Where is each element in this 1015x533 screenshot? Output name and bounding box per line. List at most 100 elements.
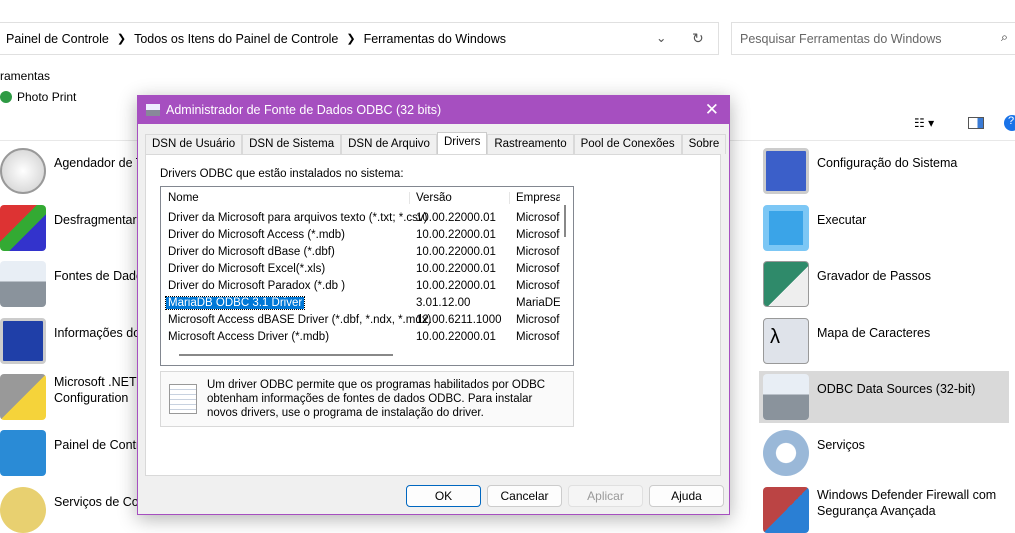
odbc-dialog: Administrador de Fonte de Dados ODBC (32… bbox=[137, 95, 730, 515]
steps-recorder-icon bbox=[763, 261, 809, 307]
column-header-company[interactable]: Empresa bbox=[510, 192, 560, 204]
driver-row[interactable]: Microsoft Access Driver (*.mdb) 10.00.220… bbox=[161, 328, 573, 345]
drivers-list[interactable]: Nome Versão Empresa Driver da Microsoft … bbox=[160, 186, 574, 366]
cell-text: Microsof bbox=[516, 262, 560, 275]
tool-item[interactable]: Executar bbox=[763, 205, 866, 251]
tool-item[interactable]: Desfragmentar bbox=[0, 205, 137, 251]
apply-button[interactable]: Aplicar bbox=[568, 485, 643, 507]
tool-item[interactable]: Fontes de Dado bbox=[0, 261, 143, 307]
driver-company: Microsof bbox=[510, 314, 560, 326]
tab-tracing[interactable]: Rastreamento bbox=[487, 134, 574, 154]
tool-label: Windows Defender Firewall com Segurança … bbox=[817, 488, 997, 518]
control-panel-icon bbox=[0, 430, 46, 476]
search-input[interactable]: Pesquisar Ferramentas do Windows ⌕ bbox=[731, 22, 1015, 55]
cell-text: Microsof bbox=[516, 279, 560, 292]
toolbox-icon bbox=[763, 374, 809, 420]
tool-item-odbc[interactable]: ODBC Data Sources (32-bit) bbox=[763, 374, 975, 420]
breadcrumb-item[interactable]: Ferramentas do Windows bbox=[364, 32, 506, 46]
dotnet-config-icon bbox=[0, 374, 46, 420]
chevron-down-icon[interactable]: ⌄ bbox=[656, 30, 666, 45]
vertical-scrollbar[interactable] bbox=[564, 205, 566, 237]
driver-row[interactable]: Driver da Microsoft para arquivos texto … bbox=[161, 209, 573, 226]
cell-text: Driver do Microsoft Paradox (*.db ) bbox=[168, 279, 346, 292]
tool-item[interactable]: Informações do bbox=[0, 318, 140, 364]
printer-icon bbox=[0, 91, 12, 103]
close-icon[interactable]: ✕ bbox=[705, 100, 719, 120]
tool-item[interactable]: Microsoft .NET Configuration bbox=[0, 374, 137, 420]
cell-text: MariaDE bbox=[516, 296, 560, 309]
driver-row[interactable]: Driver do Microsoft Excel(*.xls) 10.00.22… bbox=[161, 260, 573, 277]
tool-label: ODBC Data Sources (32-bit) bbox=[817, 382, 976, 396]
tab-system-dsn[interactable]: DSN de Sistema bbox=[242, 134, 342, 154]
address-bar[interactable]: Painel de Controle ❯ Todos os Itens do Pa… bbox=[0, 22, 719, 55]
tool-item[interactable]: Gravador de Passos bbox=[763, 261, 931, 307]
cell-text: Microsof bbox=[516, 245, 560, 258]
driver-name: Driver da Microsoft para arquivos texto … bbox=[161, 212, 427, 224]
driver-version: 10.00.22000.01 bbox=[410, 263, 510, 275]
cell-text: Microsoft Access dBASE Driver (*.dbf, *.… bbox=[168, 313, 432, 326]
driver-name: Driver do Microsoft Excel(*.xls) bbox=[161, 263, 410, 275]
cell-text: Driver do Microsoft Excel(*.xls) bbox=[168, 262, 326, 275]
ok-button[interactable]: OK bbox=[406, 485, 481, 507]
tool-item[interactable]: Windows Defender Firewall com Segurança … bbox=[763, 487, 997, 533]
breadcrumb-item[interactable]: Todos os Itens do Painel de Controle bbox=[134, 32, 338, 46]
list-label: Drivers ODBC que estão instalados no sis… bbox=[160, 168, 404, 180]
tool-item[interactable]: Painel de Contr bbox=[0, 430, 140, 476]
firewall-icon bbox=[763, 487, 809, 533]
cell-text: 10.00.22000.01 bbox=[416, 245, 496, 258]
dialog-title: Administrador de Fonte de Dados ODBC (32… bbox=[166, 103, 442, 117]
tab-about[interactable]: Sobre bbox=[681, 134, 727, 154]
driver-version: 3.01.12.00 bbox=[410, 297, 510, 309]
tab-file-dsn[interactable]: DSN de Arquivo bbox=[341, 134, 437, 154]
driver-name: Driver do Microsoft Access (*.mdb) bbox=[161, 229, 410, 241]
breadcrumb-item[interactable]: Painel de Controle bbox=[6, 32, 109, 46]
nav-item-photo-print[interactable]: Photo Print bbox=[0, 90, 76, 104]
cancel-button[interactable]: Cancelar bbox=[487, 485, 562, 507]
toolbox-icon bbox=[0, 261, 46, 307]
driver-row[interactable]: MariaDB ODBC 3.1 Driver 3.01.12.00 MariaDE bbox=[161, 294, 573, 311]
cell-text: Microsof bbox=[516, 228, 560, 241]
nav-item[interactable]: ramentas bbox=[0, 69, 50, 83]
driver-version: 12.00.6211.1000 bbox=[410, 314, 510, 326]
driver-name: Microsoft Access Driver (*.mdb) bbox=[161, 331, 410, 343]
tool-label: Serviços de Con bbox=[54, 495, 146, 509]
tool-label: Agendador de T bbox=[54, 156, 144, 170]
dialog-titlebar[interactable]: Administrador de Fonte de Dados ODBC (32… bbox=[138, 96, 729, 124]
tool-label: Gravador de Passos bbox=[817, 269, 931, 283]
driver-row[interactable]: Driver do Microsoft Access (*.mdb) 10.00.… bbox=[161, 226, 573, 243]
cell-text: Microsoft Access Driver (*.mdb) bbox=[168, 330, 330, 343]
tool-item[interactable]: Serviços bbox=[763, 430, 865, 476]
cell-text: 10.00.22000.01 bbox=[416, 262, 496, 275]
tool-item[interactable]: Serviços de Con bbox=[0, 487, 146, 533]
tab-connection-pooling[interactable]: Pool de Conexões bbox=[573, 134, 682, 154]
help-icon[interactable]: ? bbox=[1004, 115, 1015, 131]
preview-pane-icon[interactable] bbox=[968, 117, 984, 129]
tool-label: Configuração do Sistema bbox=[817, 156, 958, 170]
odbc-icon bbox=[146, 104, 160, 116]
driver-company: Microsof bbox=[510, 280, 560, 292]
refresh-icon[interactable]: ↻ bbox=[692, 30, 704, 47]
column-header-name[interactable]: Nome bbox=[161, 192, 410, 204]
driver-row[interactable]: Microsoft Access dBASE Driver (*.dbf, *.… bbox=[161, 311, 573, 328]
driver-row[interactable]: Driver do Microsoft Paradox (*.db ) 10.00… bbox=[161, 277, 573, 294]
driver-version: 10.00.22000.01 bbox=[410, 246, 510, 258]
chevron-right-icon: ❯ bbox=[116, 33, 127, 45]
driver-row[interactable]: Driver do Microsoft dBase (*.dbf) 10.00.2… bbox=[161, 243, 573, 260]
column-header-version[interactable]: Versão bbox=[410, 192, 510, 204]
cell-text: 10.00.22000.01 bbox=[416, 279, 496, 292]
tab-drivers[interactable]: Drivers bbox=[436, 132, 488, 154]
tool-item[interactable]: Configuração do Sistema bbox=[763, 148, 957, 194]
driver-version: 10.00.22000.01 bbox=[410, 229, 510, 241]
search-icon: ⌕ bbox=[1000, 30, 1008, 44]
tool-item[interactable]: λ Mapa de Caracteres bbox=[763, 318, 930, 364]
tool-item[interactable]: Agendador de T bbox=[0, 148, 143, 194]
tab-user-dsn[interactable]: DSN de Usuário bbox=[145, 134, 243, 154]
driver-name: Microsoft Access dBASE Driver (*.dbf, *.… bbox=[161, 314, 431, 326]
driver-version: 10.00.22000.01 bbox=[410, 331, 510, 343]
cell-text: Microsof bbox=[516, 330, 560, 343]
info-box: Um driver ODBC permite que os programas … bbox=[160, 371, 574, 427]
help-button[interactable]: Ajuda bbox=[649, 485, 724, 507]
horizontal-scrollbar[interactable] bbox=[179, 354, 393, 356]
view-options-icon[interactable]: ☷ ▾ bbox=[914, 116, 934, 130]
cell-text: Driver da Microsoft para arquivos texto … bbox=[168, 211, 428, 224]
